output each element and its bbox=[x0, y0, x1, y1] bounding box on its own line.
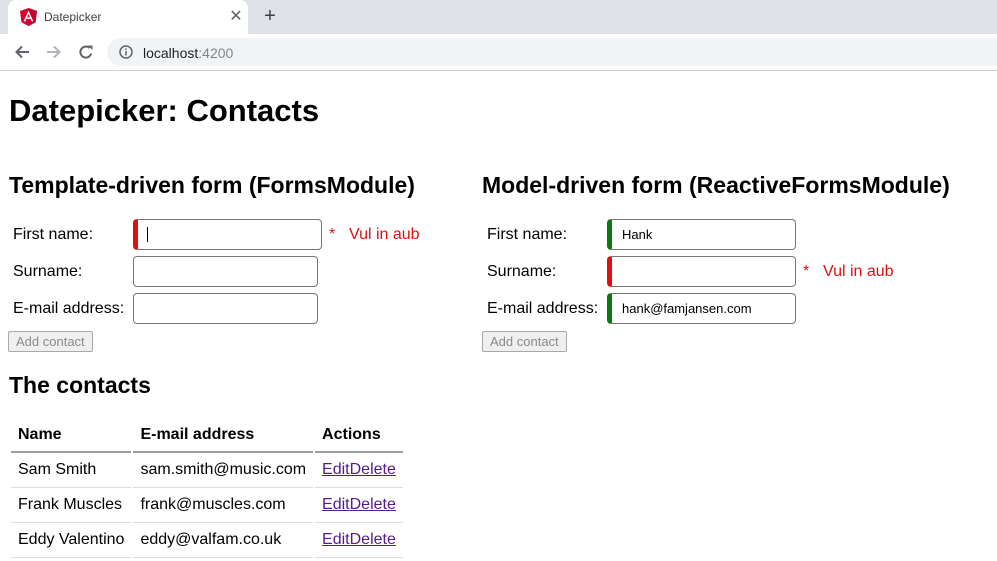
contacts-heading: The contacts bbox=[9, 372, 151, 398]
model-first-name-label: First name: bbox=[487, 226, 568, 243]
model-email-input[interactable]: hank@famjansen.com bbox=[607, 293, 796, 324]
table-row: Eddy Valentino eddy@valfam.co.uk EditDel… bbox=[11, 523, 403, 558]
model-surname-error: Vul in aub bbox=[823, 263, 894, 280]
template-surname-input[interactable] bbox=[133, 256, 318, 287]
page-title: Datepicker: Contacts bbox=[9, 93, 320, 128]
model-form-heading: Model-driven form (ReactiveFormsModule) bbox=[482, 172, 950, 198]
browser-toolbar: localhost:4200 bbox=[0, 34, 997, 71]
model-add-contact-button[interactable]: Add contact bbox=[482, 331, 567, 352]
reload-icon[interactable] bbox=[73, 39, 99, 65]
plus-icon[interactable]: + bbox=[259, 6, 281, 28]
template-add-contact-button[interactable]: Add contact bbox=[8, 331, 93, 352]
template-first-name-error: Vul in aub bbox=[349, 226, 420, 243]
back-arrow-icon[interactable] bbox=[9, 39, 35, 65]
angular-logo-icon bbox=[20, 8, 37, 26]
model-first-name-value: Hank bbox=[622, 227, 653, 242]
contact-email: frank@muscles.com bbox=[133, 488, 314, 523]
info-icon[interactable] bbox=[119, 45, 133, 59]
delete-link[interactable]: Delete bbox=[350, 496, 396, 513]
table-header-row: Name E-mail address Actions bbox=[11, 418, 403, 453]
table-row: Sam Smith sam.smith@music.com EditDelete bbox=[11, 453, 403, 488]
model-email-label: E-mail address: bbox=[487, 300, 599, 317]
contact-email: eddy@valfam.co.uk bbox=[133, 523, 314, 558]
contact-actions: EditDelete bbox=[315, 453, 403, 488]
close-tab-icon[interactable]: ✕ bbox=[226, 7, 246, 27]
template-surname-label: Surname: bbox=[13, 263, 83, 280]
edit-link[interactable]: Edit bbox=[322, 496, 350, 513]
model-first-name-input[interactable]: Hank bbox=[607, 219, 796, 250]
contact-actions: EditDelete bbox=[315, 523, 403, 558]
edit-link[interactable]: Edit bbox=[322, 531, 350, 548]
url-host: localhost bbox=[143, 45, 199, 61]
model-surname-required-marker: * bbox=[803, 263, 810, 280]
template-first-name-required-marker: * bbox=[329, 226, 336, 243]
column-header-name: Name bbox=[11, 418, 132, 453]
forward-arrow-icon[interactable] bbox=[41, 39, 67, 65]
url-port: :4200 bbox=[198, 45, 234, 61]
column-header-actions: Actions bbox=[315, 418, 403, 453]
edit-link[interactable]: Edit bbox=[322, 461, 350, 478]
contact-name: Eddy Valentino bbox=[11, 523, 132, 558]
contact-email: sam.smith@music.com bbox=[133, 453, 314, 488]
column-header-email: E-mail address bbox=[133, 418, 314, 453]
text-cursor bbox=[147, 227, 148, 242]
contacts-table: Name E-mail address Actions Sam Smith sa… bbox=[9, 418, 405, 558]
table-row: Frank Muscles frank@muscles.com EditDele… bbox=[11, 488, 403, 523]
delete-link[interactable]: Delete bbox=[350, 531, 396, 548]
template-email-label: E-mail address: bbox=[13, 300, 125, 317]
contact-name: Sam Smith bbox=[11, 453, 132, 488]
model-surname-label: Surname: bbox=[487, 263, 557, 280]
address-bar[interactable]: localhost:4200 bbox=[107, 38, 997, 66]
model-surname-input[interactable] bbox=[607, 256, 796, 287]
contact-name: Frank Muscles bbox=[11, 488, 132, 523]
delete-link[interactable]: Delete bbox=[350, 461, 396, 478]
template-first-name-input[interactable] bbox=[133, 219, 322, 250]
browser-tab-bar: Datepicker ✕ + bbox=[0, 0, 997, 34]
browser-tab[interactable]: Datepicker ✕ bbox=[8, 0, 248, 34]
template-form-heading: Template-driven form (FormsModule) bbox=[9, 172, 415, 198]
template-first-name-label: First name: bbox=[13, 226, 94, 243]
model-email-value: hank@famjansen.com bbox=[622, 301, 752, 316]
template-email-input[interactable] bbox=[133, 293, 318, 324]
contact-actions: EditDelete bbox=[315, 488, 403, 523]
tab-title: Datepicker bbox=[44, 10, 102, 24]
url-text[interactable]: localhost:4200 bbox=[143, 45, 233, 61]
page-content: Datepicker: Contacts Template-driven for… bbox=[0, 71, 997, 561]
